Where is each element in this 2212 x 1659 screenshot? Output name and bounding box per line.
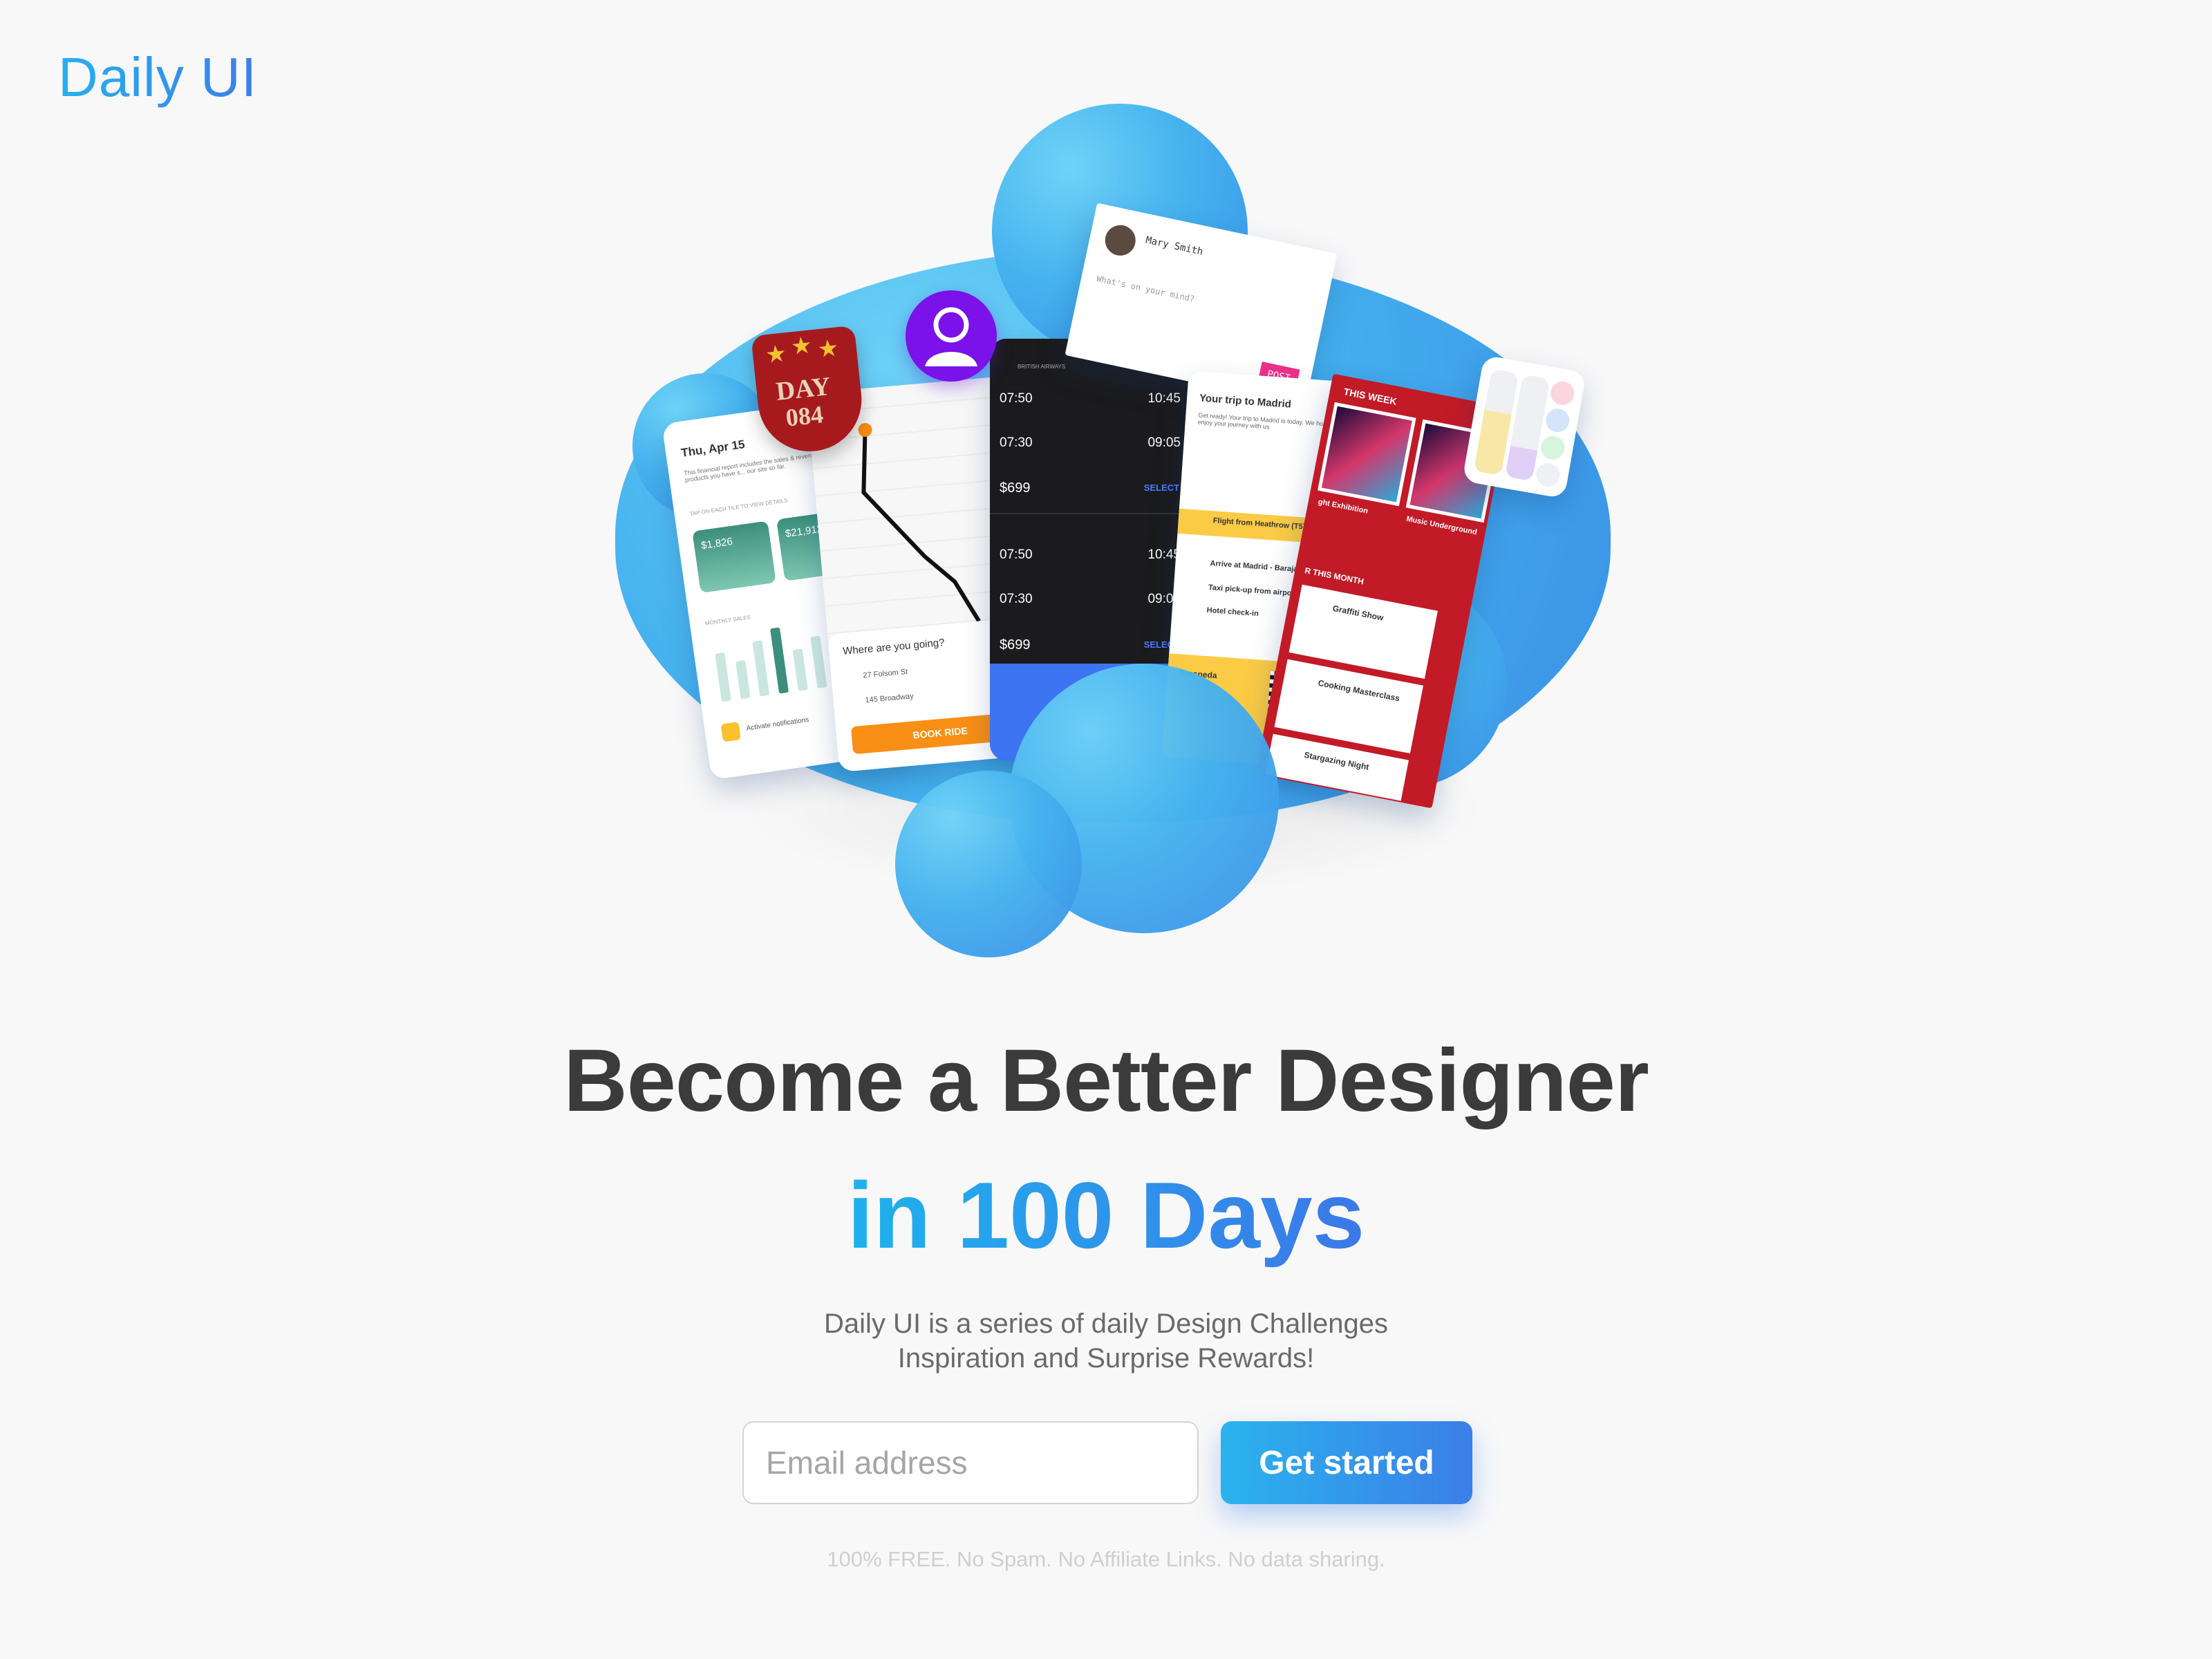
sales-tile-1: $1,826: [692, 521, 776, 593]
notify-label: Activate notifications: [746, 716, 809, 733]
subtitle-line-1: Daily UI is a series of daily Design Cha…: [824, 1309, 1388, 1339]
divider: [990, 513, 1190, 514]
post-avatar: [1102, 222, 1138, 259]
sales-bar: [735, 659, 751, 700]
events-week-label: THIS WEEK: [1342, 386, 1398, 407]
star-icon: ★: [764, 340, 788, 369]
star-icon: ★: [816, 335, 841, 364]
event-image: [1318, 402, 1416, 507]
disclaimer: 100% FREE. No Spam. No Affiliate Links. …: [827, 1547, 1385, 1571]
flight-row: 07:30 09:05: [1000, 435, 1181, 450]
bluetooth-icon: [1544, 406, 1572, 434]
post-placeholder: What's on your mind?: [1096, 273, 1196, 304]
bell-icon: [720, 722, 741, 742]
airline-label: BRITISH AIRWAYS: [1018, 364, 1066, 370]
badge-day-number: 084: [784, 400, 825, 432]
user-avatar-icon: [906, 290, 997, 382]
flight-price: $699: [1000, 480, 1031, 496]
trip-step-4: Hotel check-in: [1206, 606, 1259, 619]
dashboard-hint: TAP ON EACH TILE TO VIEW DETAILS: [689, 497, 789, 517]
event-title: ght Exhibition: [1317, 497, 1369, 516]
hero-illustration: Thu, Apr 15 This financial report includ…: [608, 97, 1618, 968]
get-started-button[interactable]: Get started: [1221, 1421, 1472, 1504]
headline: Become a Better Designer: [563, 1031, 1649, 1130]
broadcast-icon: [1548, 379, 1576, 407]
moon-icon: [1534, 461, 1562, 489]
dashboard-date: Thu, Apr 15: [680, 438, 746, 460]
flight-row: 07:50 10:45: [1000, 547, 1181, 562]
sales-bar: [715, 652, 731, 702]
blob-front-small: [895, 771, 1082, 957]
flight-row: 07:50 10:45: [1000, 391, 1181, 406]
sales-bar: [752, 640, 770, 697]
battery-icon: [1539, 433, 1567, 462]
select-label: SELECT: [1143, 482, 1179, 493]
ride-from: 27 Folsom St: [862, 667, 908, 680]
sales-bar: [792, 648, 808, 691]
trip-title: Your trip to Madrid: [1199, 392, 1292, 411]
subtitle: Daily UI is a series of daily Design Cha…: [0, 1306, 2212, 1376]
flight-row: 07:30 09:05: [1000, 592, 1181, 606]
star-icon: ★: [789, 332, 814, 361]
controls-card: [1462, 355, 1586, 499]
post-author: Mary Smith: [1144, 234, 1204, 258]
subtitle-line-2: Inspiration and Surprise Rewards!: [897, 1343, 1315, 1374]
monthly-sales-label: MONTHLY SALES: [704, 614, 751, 627]
ride-prompt: Where are you going?: [842, 637, 946, 657]
trip-step-3: Taxi pick-up from airport: [1208, 583, 1297, 598]
flight-price: $699: [1000, 637, 1031, 653]
logo[interactable]: Daily UI: [58, 46, 257, 109]
sales-bar: [770, 627, 789, 694]
sales-bar: [810, 635, 827, 688]
ride-to: 145 Broadway: [865, 692, 915, 705]
headline-accent: in 100 Days: [847, 1163, 1365, 1268]
email-input[interactable]: [742, 1421, 1199, 1504]
events-month-label: R THIS MONTH: [1304, 565, 1365, 587]
